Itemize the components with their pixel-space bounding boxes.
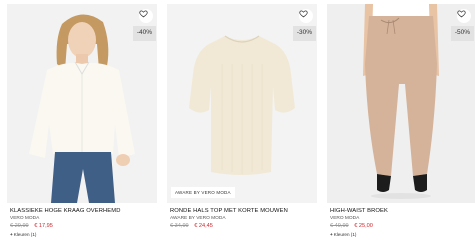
heart-outline-icon — [457, 10, 466, 18]
sale-price: € 24,45 — [194, 223, 213, 229]
price-group: € 29,99 € 17,95 — [10, 223, 53, 229]
product-card[interactable]: -30% AWARE BY VERO MODA RONDE HALS TOP M… — [167, 4, 317, 241]
sale-price: € 25,00 — [354, 223, 373, 229]
price-group: € 34,99 € 24,45 — [170, 223, 213, 229]
heart-outline-icon — [139, 10, 148, 18]
wishlist-button[interactable] — [139, 9, 153, 23]
discount-badge: -50% — [450, 26, 474, 41]
product-image[interactable]: -50% — [327, 4, 475, 203]
color-options-link[interactable]: +Kleuren (1) — [330, 232, 356, 237]
plus-icon: + — [10, 232, 13, 237]
product-card[interactable]: -50% HIGH-WAIST BROEK VERO MODA € 49,99 … — [327, 4, 475, 241]
product-grid: -40% KLASSIEKE HOGE KRAAG OVERHEMD VERO … — [0, 0, 475, 241]
color-options-label: Kleuren (1) — [333, 232, 357, 237]
heart-outline-icon — [299, 10, 308, 18]
product-image[interactable]: -40% — [7, 4, 157, 203]
wishlist-button[interactable] — [299, 9, 313, 23]
sale-price: € 17,95 — [34, 223, 53, 229]
product-title[interactable]: HIGH-WAIST BROEK — [330, 208, 388, 214]
price-group: € 49,99 € 25,00 — [330, 223, 373, 229]
product-title[interactable]: RONDE HALS TOP MET KORTE MOUWEN — [170, 208, 288, 214]
sustainability-tag: AWARE BY VERO MODA — [171, 187, 235, 198]
color-options-label: Kleuren (1) — [13, 232, 37, 237]
plus-icon: + — [330, 232, 333, 237]
original-price: € 34,99 — [170, 223, 189, 229]
product-title[interactable]: KLASSIEKE HOGE KRAAG OVERHEMD — [10, 208, 121, 214]
product-card[interactable]: -40% KLASSIEKE HOGE KRAAG OVERHEMD VERO … — [7, 4, 157, 241]
original-price: € 29,99 — [10, 223, 29, 229]
product-brand: AWARE BY VERO MODA — [170, 216, 226, 221]
product-brand: VERO MODA — [10, 216, 40, 221]
wishlist-button[interactable] — [457, 9, 471, 23]
product-brand: VERO MODA — [330, 216, 360, 221]
product-image[interactable]: -30% AWARE BY VERO MODA — [167, 4, 317, 203]
color-options-link[interactable]: +Kleuren (1) — [10, 232, 36, 237]
discount-badge: -30% — [292, 26, 316, 41]
original-price: € 49,99 — [330, 223, 349, 229]
discount-badge: -40% — [132, 26, 156, 41]
